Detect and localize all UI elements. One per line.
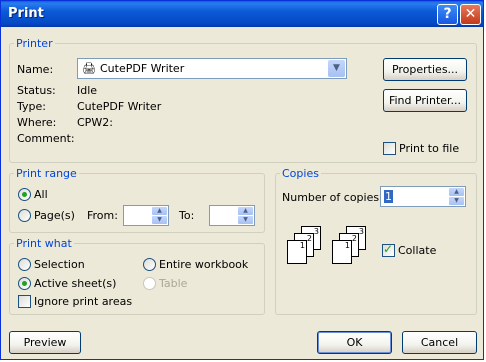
close-button[interactable]: ✕ bbox=[460, 4, 481, 25]
copies-spinner[interactable]: 1 ▲ ▼ bbox=[380, 186, 466, 207]
preview-button[interactable]: Preview bbox=[9, 331, 81, 354]
cancel-button[interactable]: Cancel bbox=[402, 331, 477, 354]
ignore-print-areas-checkbox[interactable] bbox=[18, 295, 31, 308]
to-spinner[interactable]: ▲ ▼ bbox=[209, 205, 255, 226]
copies-value: 1 bbox=[384, 190, 393, 203]
collate-checkbox[interactable] bbox=[382, 242, 395, 257]
chevron-down-icon[interactable]: ▼ bbox=[328, 60, 345, 77]
table-label: Table bbox=[159, 277, 188, 290]
collate-label: Collate bbox=[398, 244, 437, 257]
from-label: From: bbox=[87, 209, 118, 222]
printer-legend: Printer bbox=[16, 37, 53, 50]
status-value: Idle bbox=[77, 84, 98, 97]
printer-name-select[interactable]: 🖨 CutePDF Writer ▼ bbox=[77, 58, 347, 79]
collate-page-3a: 3 bbox=[313, 227, 319, 236]
all-label: All bbox=[34, 188, 48, 201]
print-what-legend: Print what bbox=[16, 237, 72, 250]
type-value: CutePDF Writer bbox=[77, 100, 162, 113]
collate-page-3b: 3 bbox=[358, 227, 364, 236]
properties-button[interactable]: Properties... bbox=[383, 58, 467, 81]
pages-radio[interactable] bbox=[18, 209, 31, 222]
from-down-icon[interactable]: ▼ bbox=[152, 216, 167, 224]
find-printer-button[interactable]: Find Printer... bbox=[383, 89, 467, 112]
collate-page-2b: 2 bbox=[351, 234, 357, 243]
active-sheets-label: Active sheet(s) bbox=[34, 277, 117, 290]
collate-page-2a: 2 bbox=[306, 234, 312, 243]
type-label: Type: bbox=[17, 100, 46, 113]
selection-label: Selection bbox=[34, 258, 85, 271]
collate-page-1b: 1 bbox=[344, 241, 350, 250]
entire-workbook-label: Entire workbook bbox=[159, 258, 249, 271]
to-label: To: bbox=[179, 209, 195, 222]
number-of-copies-label: Number of copies: bbox=[282, 191, 383, 204]
collate-page-1a: 1 bbox=[299, 241, 305, 250]
table-radio bbox=[143, 277, 156, 290]
print-to-file-label: Print to file bbox=[399, 142, 460, 155]
ignore-print-areas-label: Ignore print areas bbox=[34, 295, 133, 308]
help-button[interactable]: ? bbox=[437, 4, 458, 25]
print-range-legend: Print range bbox=[16, 167, 77, 180]
where-value: CPW2: bbox=[77, 116, 113, 129]
print-dialog: Print ? ✕ Printer Name: 🖨 CutePDF Writer… bbox=[0, 0, 484, 360]
comment-label: Comment: bbox=[17, 132, 75, 145]
copies-down-icon[interactable]: ▼ bbox=[449, 197, 464, 205]
status-label: Status: bbox=[17, 84, 56, 97]
title-bar[interactable]: Print ? ✕ bbox=[1, 1, 483, 27]
entire-workbook-radio[interactable] bbox=[143, 258, 156, 271]
active-sheets-radio[interactable] bbox=[18, 277, 31, 290]
copies-up-icon[interactable]: ▲ bbox=[449, 188, 464, 196]
where-label: Where: bbox=[17, 116, 57, 129]
window-title: Print bbox=[8, 6, 44, 21]
copies-legend: Copies bbox=[282, 167, 319, 180]
all-radio[interactable] bbox=[18, 188, 31, 201]
from-spinner[interactable]: ▲ ▼ bbox=[123, 205, 169, 226]
from-up-icon[interactable]: ▲ bbox=[152, 207, 167, 215]
selection-radio[interactable] bbox=[18, 258, 31, 271]
to-up-icon[interactable]: ▲ bbox=[238, 207, 253, 215]
pages-label: Page(s) bbox=[34, 209, 75, 222]
to-down-icon[interactable]: ▼ bbox=[238, 216, 253, 224]
printer-icon: 🖨 bbox=[82, 62, 96, 75]
print-to-file-checkbox[interactable] bbox=[383, 142, 396, 155]
printer-name-value: CutePDF Writer bbox=[100, 62, 185, 75]
ok-button[interactable]: OK bbox=[317, 331, 392, 354]
name-label: Name: bbox=[17, 63, 54, 76]
